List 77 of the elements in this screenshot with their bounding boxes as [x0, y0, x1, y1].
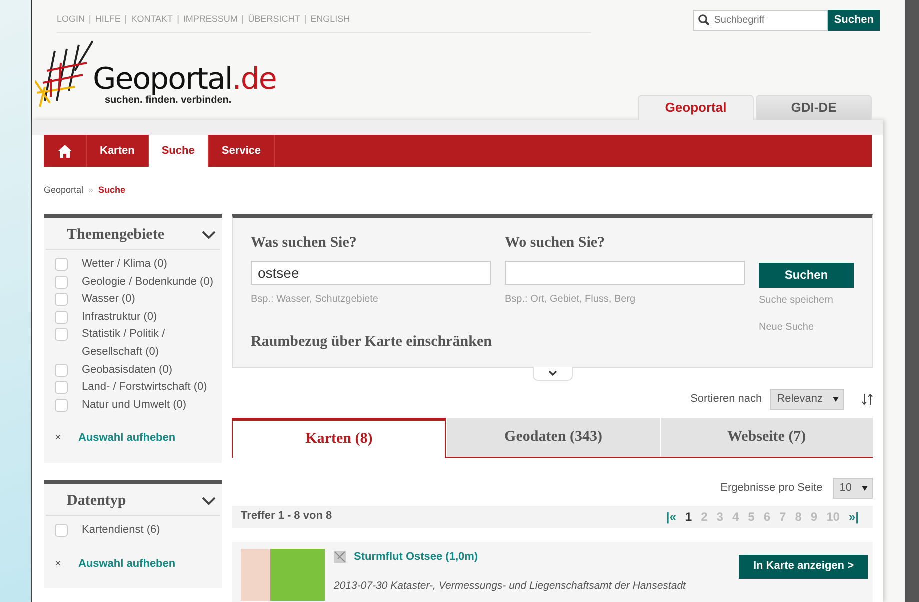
checkbox-label: Kartendienst (6)	[82, 523, 160, 538]
dropdown-arrow-icon	[833, 397, 839, 402]
breadcrumb-current: Suche	[98, 185, 126, 195]
logo-text: Geoportal.de	[93, 65, 276, 95]
separator: |	[124, 14, 128, 24]
checkbox[interactable]	[55, 398, 68, 412]
checkbox[interactable]	[55, 276, 68, 289]
checkbox[interactable]	[55, 310, 68, 324]
nav-tab[interactable]: Suche	[148, 135, 209, 167]
site-tab[interactable]: Geoportal	[638, 95, 754, 120]
sort-dropdown[interactable]: Relevanz	[770, 389, 844, 410]
sort-order-icon[interactable]	[862, 394, 873, 405]
clear-icon[interactable]: ×	[55, 430, 62, 447]
search-term-field[interactable]: ostsee	[251, 261, 491, 285]
filter-title: Themengebiete	[67, 226, 164, 244]
result-tab[interactable]: Webseite (7)	[660, 418, 873, 456]
checkbox-label: Infrastruktur (0)	[82, 310, 158, 325]
top-link[interactable]: KONTAKT	[131, 14, 174, 24]
breadcrumb-link[interactable]: Geoportal	[44, 185, 84, 195]
result-tab[interactable]: Karten (8)	[232, 418, 446, 458]
sort-label: Sortieren nach	[690, 392, 762, 408]
clear-icon[interactable]: ×	[55, 556, 62, 572]
field-label: Was suchen Sie?	[251, 234, 358, 252]
page-link[interactable]: 1	[685, 508, 692, 526]
checkbox-label: Wasser (0)	[82, 292, 136, 308]
checkbox-label: Geologie / Bodenkunde (0)	[82, 274, 214, 290]
header-search-field[interactable]: Suchbegriff	[693, 10, 828, 31]
separator: |	[177, 14, 180, 24]
top-link[interactable]: ÜBERSICHT	[248, 14, 300, 24]
per-page-label: Ergebnisse pro Seite	[720, 481, 823, 496]
top-link[interactable]: HILFE	[95, 14, 121, 24]
last-page-link[interactable]: »|	[848, 508, 859, 526]
checkbox-label: Statistik / Politik / Gesellschaft (0)	[82, 327, 166, 360]
result-tab[interactable]: Geodaten (343)	[446, 418, 660, 456]
search-button[interactable]: Suchen	[828, 10, 880, 31]
separator: |	[242, 14, 244, 24]
checkbox[interactable]	[55, 258, 68, 271]
separator: |	[89, 14, 92, 24]
checkbox-label: Wetter / Klima (0)	[82, 257, 168, 272]
nav-tab[interactable]: Service	[208, 135, 276, 167]
top-link[interactable]: LOGIN	[57, 14, 86, 24]
checkbox[interactable]	[55, 328, 68, 342]
per-page-dropdown[interactable]: 10	[832, 478, 873, 499]
field-label: Wo suchen Sie?	[505, 234, 606, 252]
first-page-link[interactable]: |«	[666, 508, 676, 526]
checkbox[interactable]	[55, 524, 68, 538]
result-description: 2013-07-30 Kataster-, Vermessungs- und Liegenschaftsamt der Hansestadt	[334, 579, 688, 594]
checkbox[interactable]	[55, 293, 68, 306]
separator: |	[304, 14, 307, 24]
dropdown-arrow-icon	[862, 486, 868, 491]
hits-count: Treffer 1 - 8 von 8	[241, 509, 332, 524]
top-link[interactable]: IMPRESSUM	[183, 14, 238, 24]
search-link[interactable]: Suche speichern	[759, 292, 854, 308]
expand-toggle[interactable]	[533, 366, 573, 380]
logo-slogan: suchen. finden. verbinden.	[105, 95, 233, 108]
checkbox-label: Natur und Umwelt (0)	[82, 398, 187, 413]
checkbox-label: Geobasisdaten (0)	[82, 362, 172, 378]
map-type-icon	[334, 550, 346, 563]
clear-selection-link[interactable]: Auswahl aufheben	[78, 556, 176, 572]
site-tab[interactable]: GDI-DE	[756, 95, 872, 120]
search-icon	[698, 14, 710, 26]
chevron-down-icon[interactable]	[202, 230, 216, 240]
field-hint: Bsp.: Wasser, Schutzgebiete	[251, 293, 380, 307]
location-field[interactable]	[505, 261, 745, 285]
top-link[interactable]: ENGLISH	[310, 14, 350, 24]
clear-selection-link[interactable]: Auswahl aufheben	[78, 430, 176, 447]
breadcrumb-separator: »	[88, 185, 94, 195]
checkbox[interactable]	[55, 381, 68, 394]
checkbox[interactable]	[55, 364, 68, 377]
search-button[interactable]: Suchen	[759, 262, 854, 288]
chevron-down-icon	[549, 370, 557, 376]
filter-title: Datentyp	[67, 492, 126, 511]
chevron-down-icon[interactable]	[202, 496, 216, 506]
field-hint: Bsp.: Ort, Gebiet, Fluss, Berg	[505, 293, 637, 307]
show-in-map-button[interactable]: In Karte anzeigen >	[739, 554, 868, 578]
checkbox-label: Land- / Forstwirtschaft (0)	[82, 380, 208, 396]
result-title-link[interactable]: Sturmflut Ostsee (1,0m)	[354, 548, 478, 565]
